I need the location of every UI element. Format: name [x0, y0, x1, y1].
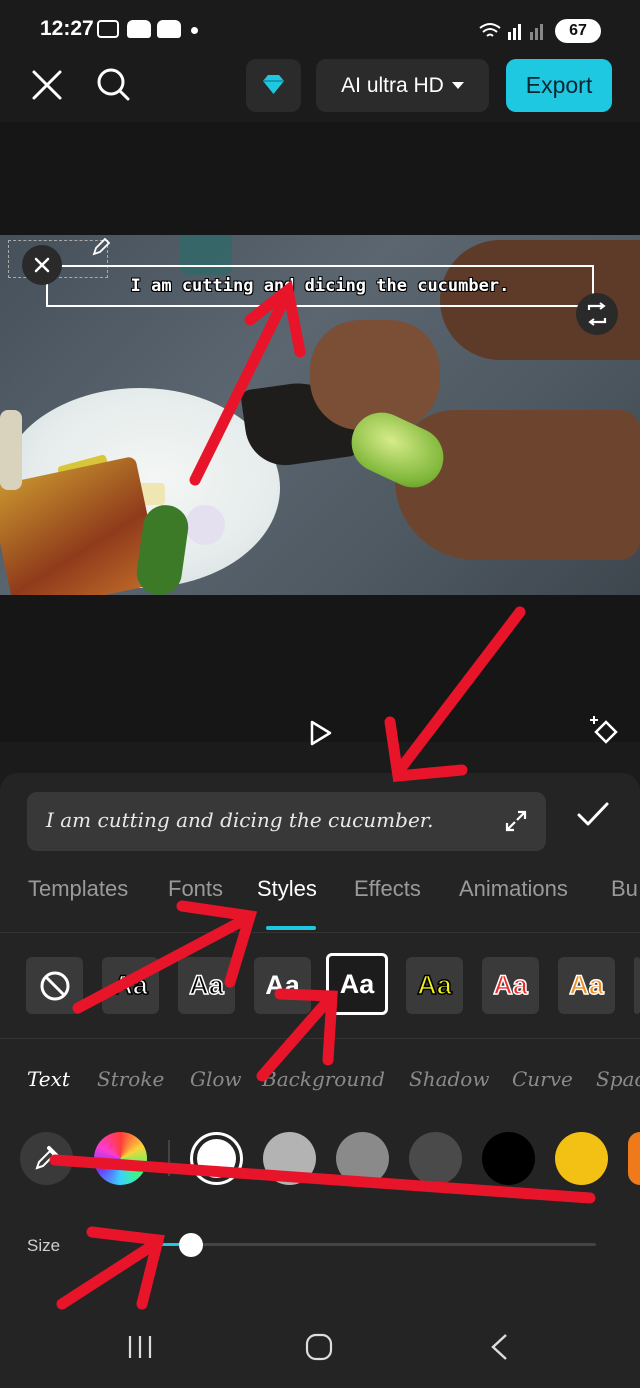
pencil-icon[interactable] — [90, 236, 112, 258]
keyframe-icon[interactable] — [588, 714, 624, 750]
premium-button[interactable] — [246, 59, 301, 112]
tab-effects[interactable]: Effects — [354, 876, 421, 902]
style-preset[interactable]: Aa — [254, 957, 311, 1014]
tab-styles[interactable]: Styles — [257, 876, 317, 902]
game-controller-icon — [157, 20, 181, 38]
recent-apps-icon[interactable] — [127, 1334, 153, 1360]
color-swatch[interactable] — [482, 1132, 535, 1185]
signal-icon — [479, 23, 543, 40]
battery-indicator: 67 — [555, 19, 601, 43]
no-style-icon — [40, 971, 69, 1000]
style-preset-selected[interactable]: Aa — [326, 953, 388, 1015]
subtab-shadow[interactable]: Shadow — [409, 1067, 489, 1091]
color-wheel-swatch[interactable] — [94, 1132, 147, 1185]
color-swatch[interactable] — [409, 1132, 462, 1185]
style-none-button[interactable] — [26, 957, 83, 1014]
subtab-stroke[interactable]: Stroke — [97, 1067, 164, 1091]
caption-text: I am cutting and dicing the cucumber. — [130, 276, 510, 296]
play-icon[interactable] — [305, 718, 335, 748]
eyedropper-icon — [35, 1146, 59, 1170]
rotate-scale-icon — [587, 302, 607, 326]
color-swatch[interactable] — [628, 1132, 640, 1185]
style-preset[interactable]: Aa — [406, 957, 463, 1014]
color-swatch[interactable] — [555, 1132, 608, 1185]
size-slider-thumb[interactable] — [178, 1233, 203, 1257]
chevron-down-icon — [451, 81, 464, 89]
close-icon[interactable] — [30, 68, 64, 102]
style-preset[interactable]: Aa — [102, 957, 159, 1014]
expand-icon[interactable] — [503, 808, 529, 834]
divider — [168, 1140, 170, 1176]
tab-fonts[interactable]: Fonts — [168, 876, 223, 902]
size-slider-track[interactable] — [160, 1243, 596, 1246]
caption-scale-button[interactable] — [576, 293, 618, 335]
subtab-spacing[interactable]: Spac — [596, 1067, 640, 1091]
subtab-background[interactable]: Background — [262, 1067, 385, 1091]
jar-shape — [0, 410, 22, 490]
subtab-curve[interactable]: Curve — [512, 1067, 573, 1091]
caption-input-value: I am cutting and dicing the cucumber. — [46, 808, 434, 832]
color-swatch-selected[interactable] — [190, 1132, 243, 1185]
checkmark-icon[interactable] — [576, 800, 610, 830]
divider — [0, 932, 640, 933]
style-preset[interactable]: Aa — [482, 957, 539, 1014]
style-preset-partial[interactable] — [634, 957, 640, 1014]
divider — [0, 1038, 640, 1039]
diamond-icon — [263, 75, 284, 94]
export-button[interactable]: Export — [506, 59, 612, 112]
style-preset[interactable]: Aa — [558, 957, 615, 1014]
caption-box[interactable]: I am cutting and dicing the cucumber. — [46, 265, 594, 307]
subtab-glow[interactable]: Glow — [190, 1067, 242, 1091]
quality-label: AI ultra HD — [341, 73, 444, 97]
style-preset[interactable]: Aa — [178, 957, 235, 1014]
color-swatch[interactable] — [336, 1132, 389, 1185]
tab-bubble[interactable]: Bu — [611, 876, 638, 902]
hand-shape — [395, 410, 640, 560]
caption-delete-button[interactable] — [22, 245, 62, 285]
tab-templates[interactable]: Templates — [28, 876, 128, 902]
tab-animations[interactable]: Animations — [459, 876, 568, 902]
home-icon[interactable] — [305, 1333, 333, 1361]
active-tab-indicator — [266, 926, 316, 930]
back-icon[interactable] — [488, 1333, 510, 1361]
quality-dropdown[interactable]: AI ultra HD — [316, 59, 489, 112]
screenshot-icon — [97, 20, 119, 38]
close-icon — [34, 257, 50, 273]
game-controller-icon — [127, 20, 151, 38]
eyedropper-button[interactable] — [20, 1132, 73, 1185]
size-label: Size — [27, 1236, 61, 1255]
garlic-shape — [185, 505, 225, 545]
color-swatch[interactable] — [263, 1132, 316, 1185]
subtab-text[interactable]: Text — [27, 1067, 70, 1091]
status-time: 12:27 — [40, 17, 94, 40]
search-icon[interactable] — [95, 66, 131, 102]
notification-dot-icon — [191, 27, 198, 34]
